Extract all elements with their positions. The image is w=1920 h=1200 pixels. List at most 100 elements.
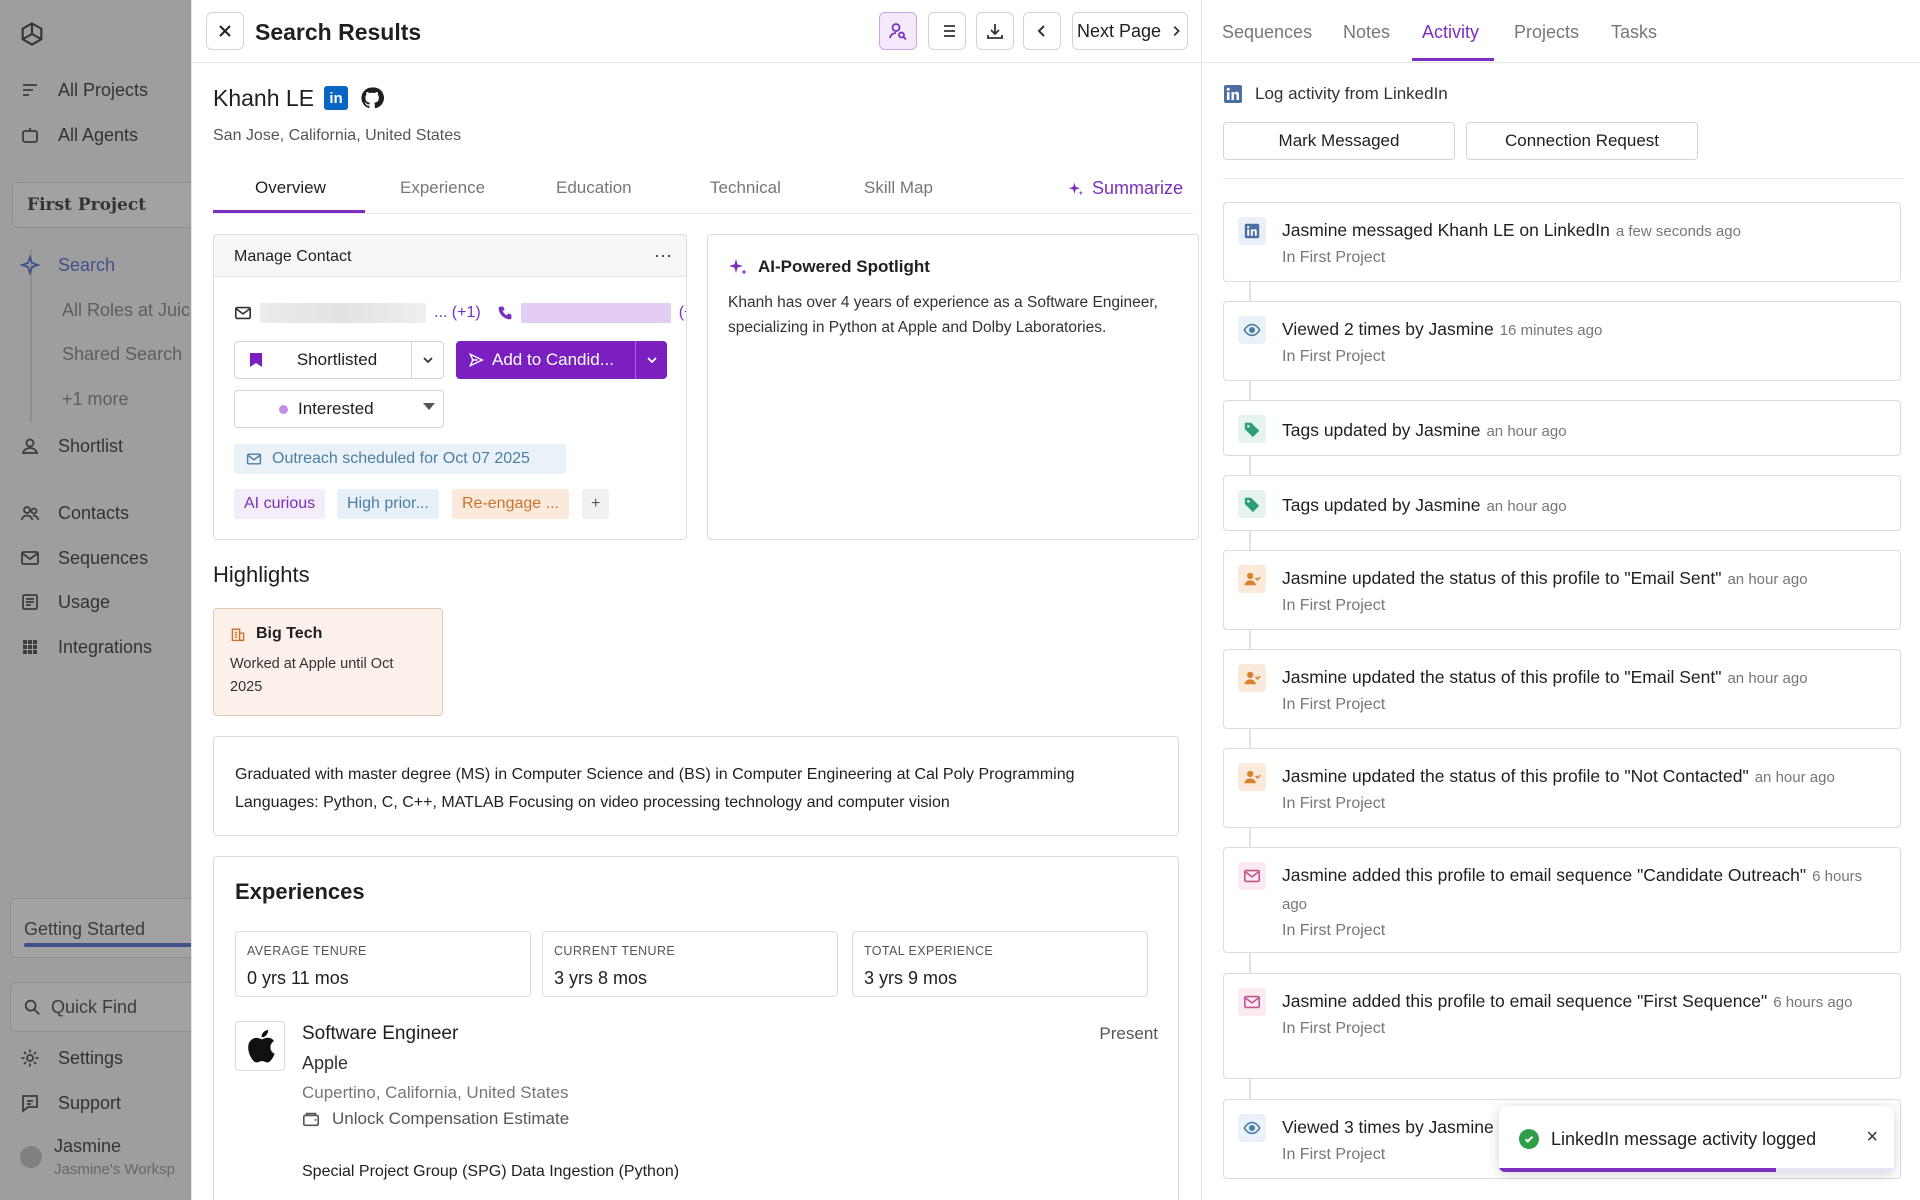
status-label: Interested (298, 399, 374, 418)
mark-messaged-button[interactable]: Mark Messaged (1223, 122, 1455, 160)
next-page-button[interactable]: Next Page (1072, 12, 1188, 50)
activity-time: an hour ago (1754, 769, 1835, 786)
tab-technical[interactable]: Technical (710, 178, 781, 198)
activity-text: Jasmine added this profile to email sequ… (1282, 862, 1886, 918)
caret-down-icon (423, 403, 435, 410)
profile-view-button[interactable] (879, 12, 917, 50)
activity-time: 6 hours ago (1773, 994, 1853, 1011)
check-circle-icon (1519, 1129, 1539, 1149)
outreach-text: Outreach scheduled for Oct 07 2025 (272, 450, 530, 467)
divider (1223, 178, 1903, 179)
previous-page-button[interactable] (1023, 12, 1061, 50)
spotlight-body: Khanh has over 4 years of experience as … (728, 294, 1158, 336)
connection-request-button[interactable]: Connection Request (1466, 122, 1698, 160)
activity-text: Jasmine updated the status of this profi… (1282, 664, 1886, 692)
activity-project: In First Project (1282, 1020, 1386, 1037)
stat-value: 3 yrs 9 mos (864, 968, 958, 988)
download-button[interactable] (976, 12, 1014, 50)
search-results-panel: Search Results Next Page Khanh LE in San… (192, 0, 1202, 1200)
shortlist-label: Shortlisted (296, 350, 378, 369)
stat-total-experience: TOTAL EXPERIENCE 3 yrs 9 mos (852, 931, 1148, 997)
ai-spotlight-card: AI-Powered Spotlight Khanh has over 4 ye… (707, 234, 1199, 540)
toast-message: LinkedIn message activity logged (1551, 1128, 1817, 1149)
tab-experience[interactable]: Experience (400, 178, 485, 198)
chevron-down-icon[interactable] (411, 342, 443, 378)
tag-chip[interactable]: AI curious (234, 489, 326, 519)
contact-info-row: ... (+1) (+2 (234, 303, 686, 323)
summarize-button[interactable]: Summarize (1068, 178, 1183, 199)
activity-item: Jasmine updated the status of this profi… (1223, 649, 1901, 729)
activity-text: Jasmine messaged Khanh LE on LinkedIn a f… (1282, 217, 1886, 245)
status-dropdown[interactable]: Interested (234, 390, 444, 428)
eye-icon (1238, 316, 1266, 344)
person-check-icon (1238, 565, 1266, 593)
shortlist-dropdown[interactable]: Shortlisted (234, 341, 444, 379)
status-dot (279, 404, 288, 414)
candidate-location: San Jose, California, United States (213, 127, 462, 144)
job-date: Present (1099, 1024, 1158, 1043)
stat-label: CURRENT TENURE (554, 944, 676, 958)
activity-description: Jasmine updated the status of this profi… (1282, 568, 1722, 588)
add-to-sequence-button[interactable]: Add to Candid... (456, 341, 667, 379)
activity-item: Viewed 2 times by Jasmine 16 minutes ago I… (1223, 301, 1901, 381)
sparkle-icon (728, 257, 748, 277)
activity-item: Jasmine messaged Khanh LE on LinkedIn a f… (1223, 202, 1901, 282)
tab-tasks[interactable]: Tasks (1611, 22, 1657, 43)
log-activity-title: Log activity from LinkedIn (1255, 84, 1448, 103)
email-more-link[interactable]: ... (+1) (434, 304, 481, 322)
activity-time: an hour ago (1486, 423, 1567, 440)
linkedin-icon[interactable]: in (324, 86, 348, 110)
more-options-icon[interactable]: ··· (654, 245, 672, 266)
phone-icon (497, 305, 513, 321)
email-redacted[interactable] (260, 303, 426, 323)
job-location: Cupertino, California, United States (302, 1083, 569, 1102)
chevron-down-icon[interactable] (635, 341, 667, 379)
results-toolbar: Search Results Next Page (192, 0, 1201, 63)
tag-icon (1238, 490, 1266, 518)
building-icon (230, 626, 246, 642)
phone-redacted[interactable] (520, 303, 671, 323)
activity-item: Jasmine updated the status of this profi… (1223, 748, 1901, 828)
activity-panel: Sequences Notes Activity Projects Tasks … (1202, 0, 1920, 1200)
toast-close-button[interactable]: × (1866, 1126, 1878, 1149)
tab-education[interactable]: Education (556, 178, 632, 198)
activity-time: an hour ago (1727, 670, 1808, 687)
stat-current-tenure: CURRENT TENURE 3 yrs 8 mos (542, 931, 838, 997)
github-icon[interactable] (360, 86, 384, 110)
tab-projects[interactable]: Projects (1514, 22, 1579, 43)
activity-text: Tags updated by Jasmine an hour ago (1282, 492, 1886, 520)
apple-logo-icon (235, 1021, 285, 1071)
add-tag-button[interactable]: + (582, 489, 610, 519)
unlock-compensation-button[interactable]: Unlock Compensation Estimate (302, 1109, 569, 1129)
activity-project: In First Project (1282, 249, 1386, 266)
tab-overview[interactable]: Overview (255, 178, 326, 198)
wallet-icon (302, 1110, 320, 1128)
activity-time: 16 minutes ago (1499, 322, 1603, 339)
stat-label: AVERAGE TENURE (247, 944, 367, 958)
activity-project: In First Project (1282, 795, 1386, 812)
activity-project: In First Project (1282, 922, 1386, 939)
summarize-label: Summarize (1091, 178, 1183, 198)
activity-description: Jasmine updated the status of this profi… (1282, 667, 1722, 687)
activity-text: Jasmine added this profile to email sequ… (1282, 988, 1886, 1016)
activity-item: Tags updated by Jasmine an hour ago (1223, 400, 1901, 456)
person-check-icon (1238, 763, 1266, 791)
right-tabs: Sequences Notes Activity Projects Tasks (1202, 0, 1920, 63)
next-page-label: Next Page (1076, 20, 1162, 41)
toast-progress-fill (1499, 1168, 1776, 1172)
activity-item: Tags updated by Jasmine an hour ago (1223, 475, 1901, 531)
tab-skill-map[interactable]: Skill Map (864, 178, 933, 198)
tab-sequences[interactable]: Sequences (1222, 22, 1312, 43)
tab-activity[interactable]: Activity (1422, 22, 1479, 43)
active-tab-indicator (213, 210, 365, 213)
list-view-button[interactable] (928, 12, 966, 50)
tag-chip[interactable]: Re-engage ... (452, 489, 569, 519)
close-button[interactable] (206, 12, 244, 50)
activity-project: In First Project (1282, 348, 1386, 365)
activity-item: Jasmine added this profile to email sequ… (1223, 847, 1901, 953)
modal-backdrop[interactable] (0, 0, 191, 1200)
phone-more-link[interactable]: (+2 (679, 304, 686, 322)
tab-notes[interactable]: Notes (1343, 22, 1390, 43)
person-check-icon (1238, 664, 1266, 692)
tag-chip[interactable]: High prior... (337, 489, 439, 519)
